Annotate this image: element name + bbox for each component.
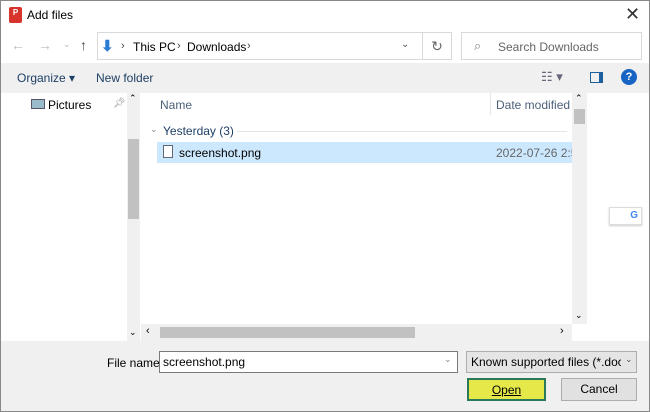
view-options-icon[interactable]: ☷ ▾	[541, 69, 563, 85]
file-date: 2022-07-26 2:58	[496, 146, 572, 160]
pin-icon: 📌︎	[113, 98, 126, 109]
dropdown-icon: ⌄	[625, 354, 633, 364]
cancel-button[interactable]: Cancel	[561, 378, 637, 401]
column-header-name[interactable]: Name	[160, 98, 192, 112]
file-name-value: screenshot.png	[163, 355, 246, 369]
organize-button[interactable]: Organize ▾	[17, 71, 75, 85]
pictures-icon	[31, 99, 45, 109]
add-files-dialog: P Add files ✕ ← → ⌄ ↑ ⬇ › This PC › Down…	[0, 0, 650, 412]
file-type-value: Known supported files (*.doc *.d	[471, 355, 621, 369]
scroll-right-icon[interactable]: ›	[560, 325, 564, 337]
search-icon: ⌕	[474, 38, 482, 53]
file-name-label: File name:	[107, 356, 164, 370]
file-row[interactable]: screenshot.png 2022-07-26 2:58	[157, 142, 572, 163]
scroll-thumb[interactable]	[574, 109, 585, 124]
help-icon[interactable]: ?	[621, 69, 637, 85]
group-divider	[237, 131, 567, 132]
downloads-icon: ⬇	[101, 38, 114, 55]
preview-pane: G	[587, 93, 649, 341]
organize-label: Organize	[17, 71, 66, 85]
open-label: Open	[491, 383, 522, 397]
search-placeholder: Search Downloads	[498, 40, 599, 54]
column-divider	[490, 93, 491, 115]
close-icon[interactable]: ✕	[625, 4, 640, 25]
google-widget-icon[interactable]: G	[609, 207, 642, 225]
sidebar-item-pictures[interactable]: Pictures 📌︎	[29, 97, 126, 115]
search-input[interactable]: ⌕ Search Downloads	[461, 32, 642, 60]
scroll-up-icon[interactable]: ⌃	[129, 93, 137, 104]
file-type-select[interactable]: Known supported files (*.doc *.d ⌄	[466, 351, 637, 373]
scroll-down-icon[interactable]: ⌄	[129, 327, 137, 338]
refresh-button[interactable]: ↻	[422, 32, 452, 60]
file-name: screenshot.png	[179, 146, 262, 160]
refresh-icon: ↻	[431, 38, 443, 54]
vertical-scrollbar[interactable]: ⌃ ⌄	[572, 93, 587, 324]
scroll-down-icon[interactable]: ⌄	[575, 310, 583, 321]
group-header[interactable]: Yesterday (3)	[163, 124, 234, 138]
back-icon[interactable]: ←	[11, 37, 25, 53]
window-title: Add files	[27, 8, 74, 22]
image-file-icon	[163, 145, 173, 158]
recent-chevron-icon[interactable]: ⌄	[63, 39, 71, 50]
scroll-up-icon[interactable]: ⌃	[575, 93, 583, 104]
breadcrumb-downloads[interactable]: Downloads	[187, 40, 246, 54]
scroll-left-icon[interactable]: ‹	[146, 325, 150, 337]
dropdown-icon[interactable]: ⌄	[444, 354, 452, 365]
cancel-label: Cancel	[580, 382, 618, 396]
app-icon: P	[9, 7, 22, 23]
group-collapse-icon[interactable]: ⌄	[150, 124, 158, 135]
sidebar-item-label: Pictures	[48, 98, 92, 112]
address-dropdown-icon[interactable]: ⌄	[401, 39, 409, 50]
up-icon[interactable]: ↑	[80, 37, 87, 53]
file-name-input[interactable]: screenshot.png ⌄	[159, 351, 458, 373]
path-separator: ›	[177, 40, 181, 52]
title-bar: P Add files ✕	[1, 1, 649, 29]
horizontal-scrollbar[interactable]: ‹ ›	[141, 324, 572, 341]
new-folder-button[interactable]: New folder	[96, 71, 153, 85]
path-separator: ›	[247, 40, 251, 52]
preview-pane-icon[interactable]	[590, 72, 603, 83]
scroll-thumb[interactable]	[128, 139, 139, 219]
open-button[interactable]: Open	[467, 378, 546, 401]
column-header-date[interactable]: Date modified	[496, 98, 570, 112]
breadcrumb-this-pc[interactable]: This PC	[133, 40, 176, 54]
forward-icon[interactable]: →	[38, 37, 52, 53]
address-bar[interactable]: ⬇ › This PC › Downloads › ⌄	[97, 32, 423, 60]
navigation-pane: Pictures 📌︎ ⌃ ⌄	[1, 93, 141, 341]
sidebar-scrollbar[interactable]: ⌃ ⌄	[127, 93, 140, 341]
file-list: Name Date modified ⌄ Yesterday (3) scree…	[141, 93, 587, 341]
scroll-thumb[interactable]	[160, 327, 415, 338]
path-separator: ›	[121, 40, 125, 52]
toolbar: Organize ▾ New folder ☷ ▾ ?	[1, 63, 649, 93]
navigation-bar: ← → ⌄ ↑ ⬇ › This PC › Downloads › ⌄ ↻ ⌕ …	[1, 29, 649, 63]
